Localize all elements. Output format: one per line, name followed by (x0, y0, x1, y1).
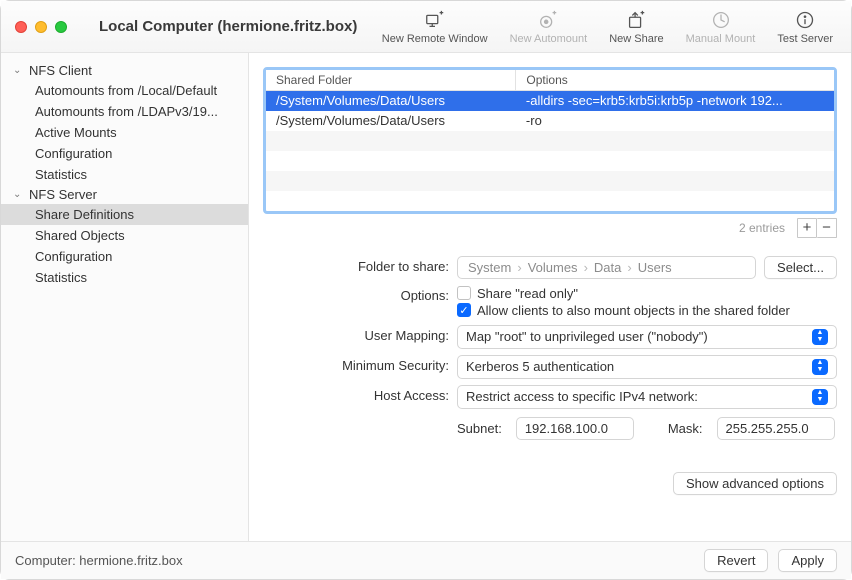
share-icon (625, 9, 647, 31)
options-label: Options: (263, 285, 449, 303)
mask-field[interactable]: 255.255.255.0 (717, 417, 835, 440)
sidebar-item-server-stats[interactable]: Statistics (1, 267, 248, 288)
breadcrumb-part: System (468, 260, 511, 275)
table-row[interactable]: /System/Volumes/Data/Users -ro (266, 111, 834, 131)
folder-breadcrumb[interactable]: System› Volumes› Data› Users (457, 256, 756, 279)
remove-share-button[interactable]: − (817, 218, 837, 238)
sidebar: ⌄ NFS Client Automounts from /Local/Defa… (1, 53, 249, 543)
sidebar-item-automounts-ldap[interactable]: Automounts from /LDAPv3/19... (1, 101, 248, 122)
sidebar-group-label: NFS Client (29, 63, 92, 78)
chevron-down-icon: ⌄ (13, 65, 25, 76)
host-access-label: Host Access: (263, 385, 449, 403)
cell-options: -ro (516, 111, 834, 131)
toolbar: New Remote Window New Automount New Shar… (382, 9, 851, 45)
column-header-options[interactable]: Options (516, 70, 834, 91)
readonly-label: Share "read only" (477, 286, 578, 301)
subnet-label: Subnet: (457, 421, 502, 436)
user-mapping-select[interactable]: Map "root" to unprivileged user ("nobody… (457, 325, 837, 349)
breadcrumb-part: Volumes (528, 260, 578, 275)
select-value: Kerberos 5 authentication (466, 359, 614, 374)
sidebar-item-server-config[interactable]: Configuration (1, 246, 248, 267)
new-automount-button: New Automount (510, 9, 588, 45)
sidebar-item-share-definitions[interactable]: Share Definitions (1, 204, 248, 225)
sidebar-group-label: NFS Server (29, 187, 97, 202)
table-row[interactable]: /System/Volumes/Data/Users -alldirs -sec… (266, 91, 834, 111)
titlebar: Local Computer (hermione.fritz.box) New … (1, 1, 851, 53)
new-remote-window-button[interactable]: New Remote Window (382, 9, 488, 45)
host-access-select[interactable]: Restrict access to specific IPv4 network… (457, 385, 837, 409)
info-icon (794, 9, 816, 31)
main-panel: Shared Folder Options /System/Volumes/Da… (249, 53, 851, 543)
minimize-button[interactable] (35, 21, 47, 33)
automount-icon (537, 9, 559, 31)
cell-folder: /System/Volumes/Data/Users (266, 111, 516, 131)
cell-folder: /System/Volumes/Data/Users (266, 91, 516, 111)
column-header-folder[interactable]: Shared Folder (266, 70, 516, 91)
new-share-button[interactable]: New Share (609, 9, 663, 45)
sidebar-group-nfs-server[interactable]: ⌄ NFS Server (1, 185, 248, 204)
chevron-updown-icon: ▲▼ (812, 359, 828, 375)
min-security-select[interactable]: Kerberos 5 authentication ▲▼ (457, 355, 837, 379)
table-row-empty (266, 171, 834, 191)
advanced-options-button[interactable]: Show advanced options (673, 472, 837, 495)
breadcrumb-part: Data (594, 260, 621, 275)
entry-count: 2 entries (739, 221, 785, 235)
maximize-button[interactable] (55, 21, 67, 33)
mask-label: Mask: (668, 421, 703, 436)
select-value: Map "root" to unprivileged user ("nobody… (466, 329, 708, 344)
sidebar-item-client-config[interactable]: Configuration (1, 143, 248, 164)
manual-mount-button: Manual Mount (686, 9, 756, 45)
share-form: Folder to share: System› Volumes› Data› … (263, 256, 837, 495)
select-folder-button[interactable]: Select... (764, 256, 837, 279)
toolbar-label: New Share (609, 33, 663, 45)
alldirs-checkbox[interactable]: ✓ (457, 303, 471, 317)
cell-options: -alldirs -sec=krb5:krb5i:krb5p -network … (516, 91, 834, 111)
table-row-empty (266, 151, 834, 171)
toolbar-label: New Remote Window (382, 33, 488, 45)
test-server-button[interactable]: Test Server (777, 9, 833, 45)
sidebar-item-client-stats[interactable]: Statistics (1, 164, 248, 185)
close-button[interactable] (15, 21, 27, 33)
alldirs-label: Allow clients to also mount objects in t… (477, 303, 790, 318)
breadcrumb-part: Users (638, 260, 672, 275)
computer-label: Computer: hermione.fritz.box (15, 553, 183, 568)
sidebar-group-nfs-client[interactable]: ⌄ NFS Client (1, 61, 248, 80)
shares-table[interactable]: Shared Folder Options /System/Volumes/Da… (263, 67, 837, 214)
select-value: Restrict access to specific IPv4 network… (466, 389, 698, 404)
toolbar-label: New Automount (510, 33, 588, 45)
sidebar-item-shared-objects[interactable]: Shared Objects (1, 225, 248, 246)
sidebar-item-automounts-local[interactable]: Automounts from /Local/Default (1, 80, 248, 101)
user-mapping-label: User Mapping: (263, 325, 449, 343)
table-footer: 2 entries + − (263, 218, 837, 238)
add-share-button[interactable]: + (797, 218, 817, 238)
revert-button[interactable]: Revert (704, 549, 768, 572)
manual-mount-icon (710, 9, 732, 31)
chevron-updown-icon: ▲▼ (812, 329, 828, 345)
table-row-empty (266, 191, 834, 211)
toolbar-label: Test Server (777, 33, 833, 45)
sidebar-item-active-mounts[interactable]: Active Mounts (1, 122, 248, 143)
subnet-field[interactable]: 192.168.100.0 (516, 417, 634, 440)
min-security-label: Minimum Security: (263, 355, 449, 373)
window-controls (1, 21, 81, 33)
window-title: Local Computer (hermione.fritz.box) (99, 18, 357, 35)
readonly-checkbox[interactable] (457, 286, 471, 300)
toolbar-label: Manual Mount (686, 33, 756, 45)
apply-button[interactable]: Apply (778, 549, 837, 572)
chevron-updown-icon: ▲▼ (812, 389, 828, 405)
table-row-empty (266, 131, 834, 151)
status-bar: Computer: hermione.fritz.box Revert Appl… (1, 541, 851, 579)
remote-window-icon (424, 9, 446, 31)
chevron-down-icon: ⌄ (13, 189, 25, 200)
folder-label: Folder to share: (263, 256, 449, 274)
